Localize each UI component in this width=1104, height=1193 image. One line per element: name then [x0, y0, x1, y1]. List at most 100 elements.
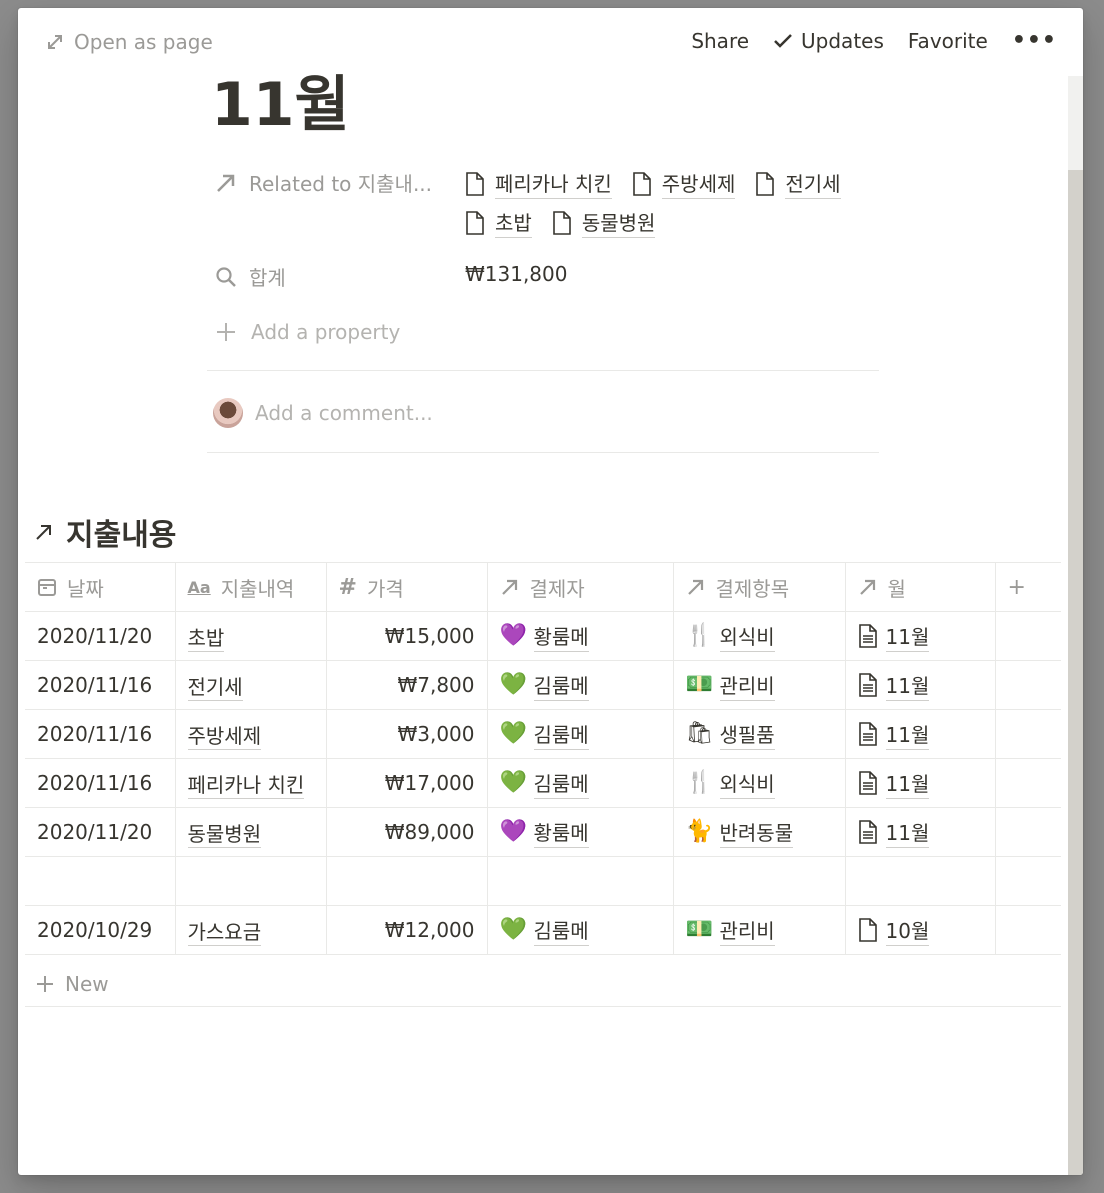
month-name[interactable]: 11월	[885, 621, 930, 652]
cell-item-title[interactable]: 동물병원	[187, 821, 262, 848]
cell-month[interactable]: 11월	[845, 709, 996, 759]
column-header-item[interactable]: Aa 지출내역	[175, 562, 327, 612]
favorite-button[interactable]: Favorite	[908, 29, 988, 53]
table-row[interactable]: 2020/11/16 주방세제 ₩3,000 💚 김룸메 🛍 생필품 11월	[25, 709, 1061, 759]
cell-payer[interactable]: 💚 김룸메	[487, 905, 674, 955]
cell-item[interactable]: 페리카나 치킨	[175, 758, 327, 808]
cell-price[interactable]: ₩17,000	[326, 758, 488, 808]
cell-date[interactable]: 2020/11/20	[25, 611, 176, 661]
cell-price[interactable]: ₩7,800	[326, 660, 488, 710]
column-header-price[interactable]: # 가격	[326, 562, 488, 612]
cell-date[interactable]: 2020/11/16	[25, 660, 176, 710]
table-row[interactable]	[25, 856, 1061, 906]
table-row[interactable]: 2020/11/16 페리카나 치킨 ₩17,000 💚 김룸메 🍴 외식비 11월	[25, 758, 1061, 808]
cell-item-title[interactable]: 전기세	[187, 674, 243, 701]
month-name[interactable]: 10월	[885, 915, 930, 946]
cell-item[interactable]	[175, 856, 327, 906]
cell-item[interactable]: 초밥	[175, 611, 327, 661]
scrollbar-thumb[interactable]	[1068, 76, 1083, 170]
table-row[interactable]: 2020/11/16 전기세 ₩7,800 💚 김룸메 💵 관리비 11월	[25, 660, 1061, 710]
cell-date[interactable]: 2020/11/20	[25, 807, 176, 857]
cell-payer[interactable]: 💚 김룸메	[487, 709, 674, 759]
open-as-page-button[interactable]: Open as page	[46, 30, 213, 54]
cell-item[interactable]: 전기세	[175, 660, 327, 710]
cell-payer[interactable]: 💜 황룸메	[487, 807, 674, 857]
related-page-item[interactable]: 주방세제	[632, 168, 736, 199]
property-related-name[interactable]: Related to 지출내...	[215, 168, 465, 197]
category-name[interactable]: 반려동물	[719, 817, 794, 848]
related-page-item[interactable]: 페리카나 치킨	[465, 168, 612, 199]
category-name[interactable]: 외식비	[719, 621, 775, 652]
cell-category[interactable]	[673, 856, 846, 906]
month-name[interactable]: 11월	[885, 768, 930, 799]
cell-item[interactable]: 동물병원	[175, 807, 327, 857]
more-options-button[interactable]: •••	[1012, 28, 1057, 53]
category-name[interactable]: 관리비	[719, 670, 775, 701]
cell-item[interactable]: 가스요금	[175, 905, 327, 955]
category-name[interactable]: 생필품	[719, 719, 775, 750]
column-header-date[interactable]: 날짜	[25, 562, 176, 612]
cell-category[interactable]: 💵 관리비	[673, 660, 846, 710]
cell-price[interactable]: ₩12,000	[326, 905, 488, 955]
cell-category[interactable]: 💵 관리비	[673, 905, 846, 955]
property-total-name[interactable]: 합계	[215, 262, 465, 291]
table-row[interactable]: 2020/10/29 가스요금 ₩12,000 💚 김룸메 💵 관리비 10월	[25, 905, 1061, 955]
cell-date[interactable]: 2020/11/16	[25, 709, 176, 759]
cell-month[interactable]: 11월	[845, 758, 996, 808]
related-page-item[interactable]: 동물병원	[552, 207, 656, 238]
column-header-category[interactable]: 결제항목	[673, 562, 846, 612]
month-name[interactable]: 11월	[885, 719, 930, 750]
payer-name[interactable]: 황룸메	[533, 817, 589, 848]
cell-date[interactable]	[25, 856, 176, 906]
add-column-button[interactable]: +	[995, 562, 1061, 612]
month-name[interactable]: 11월	[885, 670, 930, 701]
cell-month[interactable]	[845, 856, 996, 906]
payer-name[interactable]: 김룸메	[533, 768, 589, 799]
cell-payer[interactable]: 💚 김룸메	[487, 660, 674, 710]
cell-price[interactable]: ₩15,000	[326, 611, 488, 661]
category-name[interactable]: 관리비	[719, 915, 775, 946]
linked-database-title[interactable]: 지출내용	[34, 510, 176, 554]
share-button[interactable]: Share	[691, 29, 749, 53]
page-title[interactable]: 11월	[211, 72, 350, 138]
cell-date[interactable]: 2020/10/29	[25, 905, 176, 955]
comment-input[interactable]: Add a comment...	[213, 398, 433, 428]
payer-name[interactable]: 황룸메	[533, 621, 589, 652]
updates-button[interactable]: Updates	[773, 29, 884, 53]
cell-category[interactable]: 🐈 반려동물	[673, 807, 846, 857]
column-header-month[interactable]: 월	[845, 562, 996, 612]
table-row[interactable]: 2020/11/20 동물병원 ₩89,000 💜 황룸메 🐈 반려동물 11월	[25, 807, 1061, 857]
cell-price[interactable]: ₩3,000	[326, 709, 488, 759]
cell-item-title[interactable]: 가스요금	[187, 919, 262, 946]
cell-month[interactable]: 11월	[845, 611, 996, 661]
scrollbar-track[interactable]	[1068, 76, 1083, 1175]
cell-price[interactable]: ₩89,000	[326, 807, 488, 857]
cell-item[interactable]: 주방세제	[175, 709, 327, 759]
cell-month[interactable]: 10월	[845, 905, 996, 955]
category-name[interactable]: 외식비	[719, 768, 775, 799]
table-row[interactable]: 2020/11/20 초밥 ₩15,000 💜 황룸메 🍴 외식비 11월	[25, 611, 1061, 661]
related-page-item[interactable]: 초밥	[465, 207, 532, 238]
cell-item-title[interactable]: 주방세제	[187, 723, 262, 750]
payer-name[interactable]: 김룸메	[533, 915, 589, 946]
add-property-button[interactable]: Add a property	[215, 320, 400, 344]
cell-date[interactable]: 2020/11/16	[25, 758, 176, 808]
property-total-value[interactable]: ₩131,800	[465, 262, 855, 286]
cell-category[interactable]: 🛍 생필품	[673, 709, 846, 759]
cell-category[interactable]: 🍴 외식비	[673, 758, 846, 808]
cell-item-title[interactable]: 초밥	[187, 625, 225, 652]
column-header-payer[interactable]: 결제자	[487, 562, 674, 612]
payer-name[interactable]: 김룸메	[533, 719, 589, 750]
cell-price[interactable]	[326, 856, 488, 906]
related-page-item[interactable]: 전기세	[755, 168, 841, 199]
cell-payer[interactable]	[487, 856, 674, 906]
cell-month[interactable]: 11월	[845, 660, 996, 710]
new-row-button[interactable]: New	[35, 972, 109, 996]
cell-payer[interactable]: 💚 김룸메	[487, 758, 674, 808]
payer-name[interactable]: 김룸메	[533, 670, 589, 701]
cell-payer[interactable]: 💜 황룸메	[487, 611, 674, 661]
cell-item-title[interactable]: 페리카나 치킨	[187, 772, 305, 799]
cell-month[interactable]: 11월	[845, 807, 996, 857]
month-name[interactable]: 11월	[885, 817, 930, 848]
cell-category[interactable]: 🍴 외식비	[673, 611, 846, 661]
